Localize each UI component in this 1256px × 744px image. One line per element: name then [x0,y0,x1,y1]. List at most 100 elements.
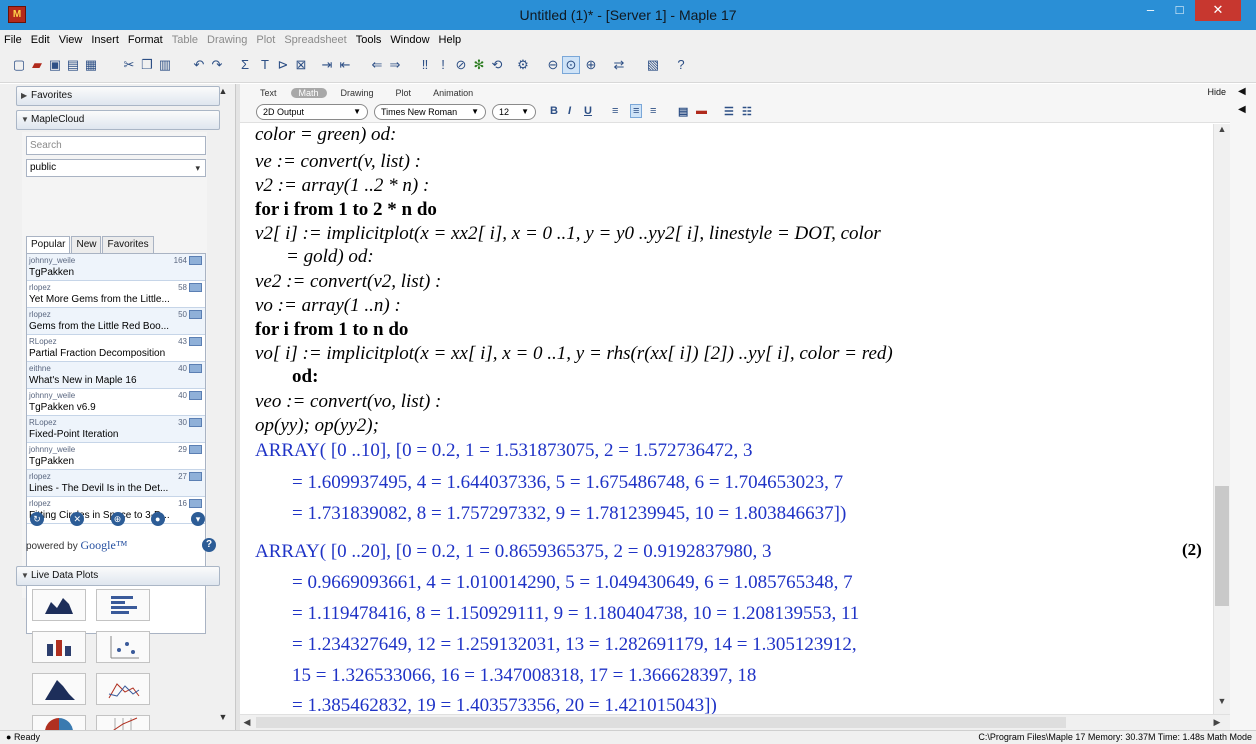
refresh-icon[interactable]: ↻ [30,512,44,526]
favorites-palette-header[interactable]: ▶ Favorites [16,86,220,106]
undo-icon[interactable]: ↶ [190,56,208,74]
cloud-search-input[interactable] [26,136,206,155]
upload-icon[interactable]: ⊕ [110,512,125,526]
scroll-right-icon[interactable]: ▶ [1210,715,1224,730]
zoom-out-icon[interactable]: ⊖ [544,56,562,74]
save-icon[interactable]: ▣ [46,56,64,74]
font-family-select[interactable]: Times New Roman ▼ [374,104,486,120]
align-left-icon[interactable]: ≡ [612,105,618,117]
collapse-context-icon[interactable]: ◀ [1238,86,1246,97]
worksheet[interactable]: color = green) od: ve := convert(v, list… [240,124,1213,714]
list-item[interactable]: johnny_weile 40 TgPakken v6.9 [27,389,205,416]
italic-icon[interactable]: I [568,105,571,117]
scroll-up-icon[interactable]: ▲ [1214,124,1230,140]
live-data-plots-header[interactable]: ▼ Live Data Plots [16,566,220,586]
text-color-icon[interactable]: ▤ [678,105,688,118]
menu-window[interactable]: Window [390,34,429,46]
palette-scroll-down-icon[interactable]: ▼ [218,712,228,724]
delete-icon[interactable]: ✕ [70,512,85,526]
menu-drawing[interactable]: Drawing [207,34,247,46]
minimize-button[interactable]: – [1137,0,1164,21]
input-line[interactable]: for i from 1 to n do [255,319,408,341]
menu-edit[interactable]: Edit [31,34,50,46]
new-document-icon[interactable]: ▢ [10,56,28,74]
connect-icon[interactable]: ⇄ [610,56,628,74]
input-line[interactable]: color = green) od: [255,124,396,146]
menu-plot[interactable]: Plot [256,34,275,46]
scroll-left-icon[interactable]: ◀ [240,715,254,730]
hide-toolbar-button[interactable]: Hide [1207,87,1226,97]
help-icon[interactable]: ? [672,56,690,74]
underline-icon[interactable]: U [584,105,592,117]
input-line[interactable]: veo := convert(vo, list) : [255,391,441,413]
menu-help[interactable]: Help [439,34,462,46]
delete-group-icon[interactable]: ⊠ [292,56,310,74]
mode-tab-math[interactable]: Math [290,87,327,98]
execution-group-icon[interactable]: ⊳ [274,56,292,74]
box-plot-thumbnail[interactable] [32,631,86,663]
bullet-list-icon[interactable]: ☰ [724,105,734,118]
input-line[interactable]: v2 := array(1 ..2 * n) : [255,175,429,197]
print-icon[interactable]: ▦ [82,56,100,74]
execute-icon[interactable]: ! [434,56,452,74]
horizontal-scroll-thumb[interactable] [256,717,1066,728]
user-icon[interactable]: ● [150,512,165,526]
save-as-icon[interactable]: ▤ [64,56,82,74]
list-item[interactable]: eithne 40 What's New in Maple 16 [27,362,205,389]
bold-icon[interactable]: B [550,105,558,117]
scatter-plot-thumbnail[interactable] [96,631,150,663]
paste-icon[interactable]: ▥ [156,56,174,74]
back-icon[interactable]: ⇐ [368,56,386,74]
menu-tools[interactable]: Tools [356,34,382,46]
mode-tab-animation[interactable]: Animation [433,88,473,98]
font-size-select[interactable]: 12 ▼ [492,104,536,120]
list-item[interactable]: johnny_weile 29 TgPakken [27,443,205,470]
menu-spreadsheet[interactable]: Spreadsheet [284,34,346,46]
input-line[interactable]: vo[ i] := implicitplot(x = xx[ i], x = 0… [255,343,893,365]
menu-view[interactable]: View [59,34,83,46]
input-line[interactable]: vo := array(1 ..n) : [255,295,401,317]
menu-table[interactable]: Table [172,34,198,46]
menu-down-icon[interactable]: ▾ [191,512,205,526]
list-item[interactable]: RLopez 30 Fixed-Point Iteration [27,416,205,443]
list-item[interactable]: rlopez 27 Lines - The Devil Is in the De… [27,470,205,497]
list-item[interactable]: rlopez 58 Yet More Gems from the Little.… [27,281,205,308]
input-line[interactable]: od: [292,366,318,388]
settings-gear-icon[interactable]: ⚙ [514,56,532,74]
scroll-down-icon[interactable]: ▼ [1214,696,1230,712]
indent-icon[interactable]: ⇥ [318,56,336,74]
list-item[interactable]: johnny_weile 164 TgPakken [27,254,205,281]
cut-icon[interactable]: ✂ [120,56,138,74]
input-line[interactable]: for i from 1 to 2 * n do [255,199,437,221]
horizontal-scrollbar[interactable]: ◀ ▶ [240,714,1230,730]
bar-plot-thumbnail[interactable] [96,589,150,621]
redo-icon[interactable]: ↷ [208,56,226,74]
highlight-color-icon[interactable]: ▬ [696,105,707,117]
list-item[interactable]: RLopez 43 Partial Fraction Decomposition [27,335,205,362]
close-button[interactable]: ✕ [1195,0,1241,21]
maplecloud-palette-header[interactable]: ▼ MapleCloud [16,110,220,130]
stop-icon[interactable]: ⊘ [452,56,470,74]
expand-context-icon[interactable]: ◀ [1238,104,1246,115]
menu-insert[interactable]: Insert [91,34,119,46]
open-folder-icon[interactable]: ▰ [28,56,46,74]
copy-icon[interactable]: ❐ [138,56,156,74]
align-center-icon[interactable]: ≡ [630,104,643,118]
input-line[interactable]: v2[ i] := implicitplot(x = xx2[ i], x = … [255,223,881,245]
mode-tab-drawing[interactable]: Drawing [341,88,374,98]
zoom-in-icon[interactable]: ⊕ [582,56,600,74]
mode-tab-plot[interactable]: Plot [396,88,412,98]
debug-icon[interactable]: ✻ [470,56,488,74]
maximize-button[interactable]: □ [1166,0,1193,21]
vertical-scroll-thumb[interactable] [1215,486,1229,606]
histogram-thumbnail[interactable] [32,673,86,705]
input-line[interactable]: = gold) od: [286,246,374,268]
align-right-icon[interactable]: ≡ [650,105,656,117]
tab-popular[interactable]: Popular [26,236,71,253]
output-style-select[interactable]: 2D Output ▼ [256,104,368,120]
tab-new[interactable]: New [71,236,102,253]
maplet-icon[interactable]: ▧ [644,56,662,74]
list-item[interactable]: rlopez 50 Gems from the Little Red Boo..… [27,308,205,335]
input-line[interactable]: op(yy); op(yy2); [255,415,379,437]
cloud-help-icon[interactable]: ? [202,538,216,552]
